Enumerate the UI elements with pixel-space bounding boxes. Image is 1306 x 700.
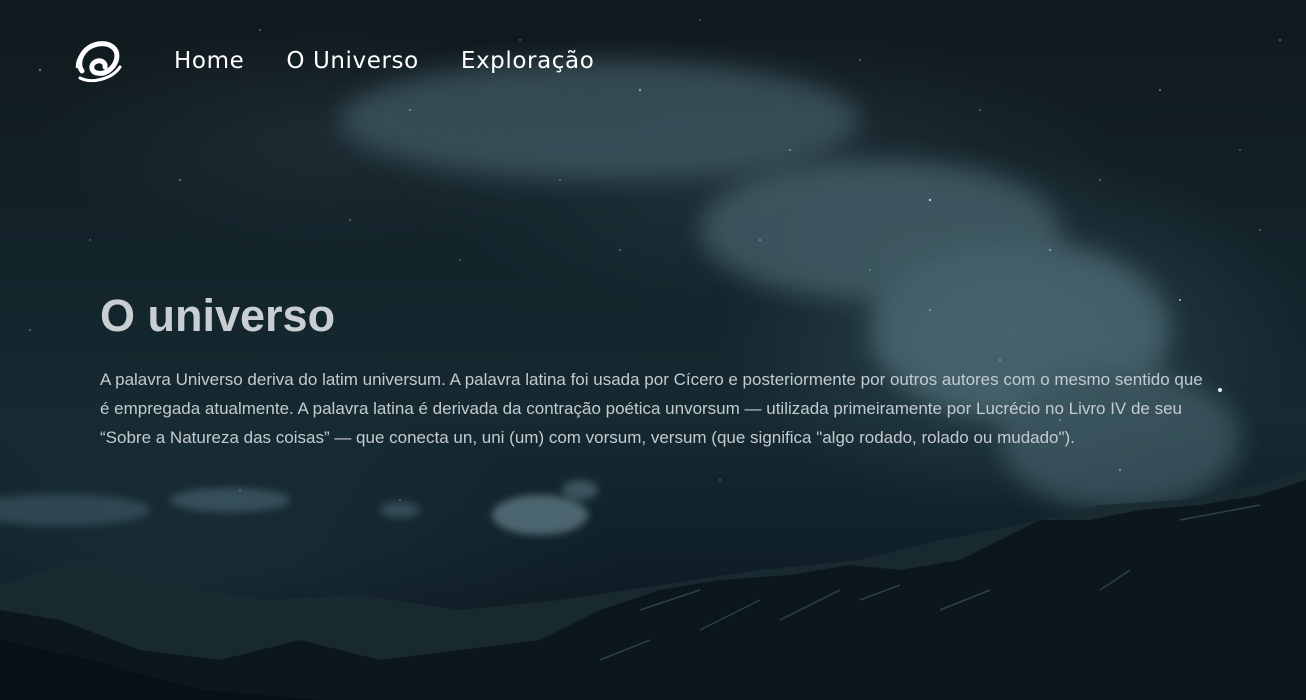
- main-nav: Home O Universo Exploração: [72, 36, 636, 86]
- nav-o-universo[interactable]: O Universo: [286, 36, 419, 86]
- swirl-logo-icon[interactable]: [72, 37, 124, 85]
- hero-content: O universo A palavra Universo deriva do …: [100, 285, 1206, 452]
- clouds: [0, 480, 598, 535]
- nav-home[interactable]: Home: [174, 36, 244, 86]
- nav-exploracao[interactable]: Exploração: [461, 36, 595, 86]
- intro-paragraph: A palavra Universo deriva do latim unive…: [100, 370, 1203, 447]
- page-title: O universo: [100, 290, 336, 341]
- hero-page: Home O Universo Exploração O universo A …: [0, 0, 1306, 700]
